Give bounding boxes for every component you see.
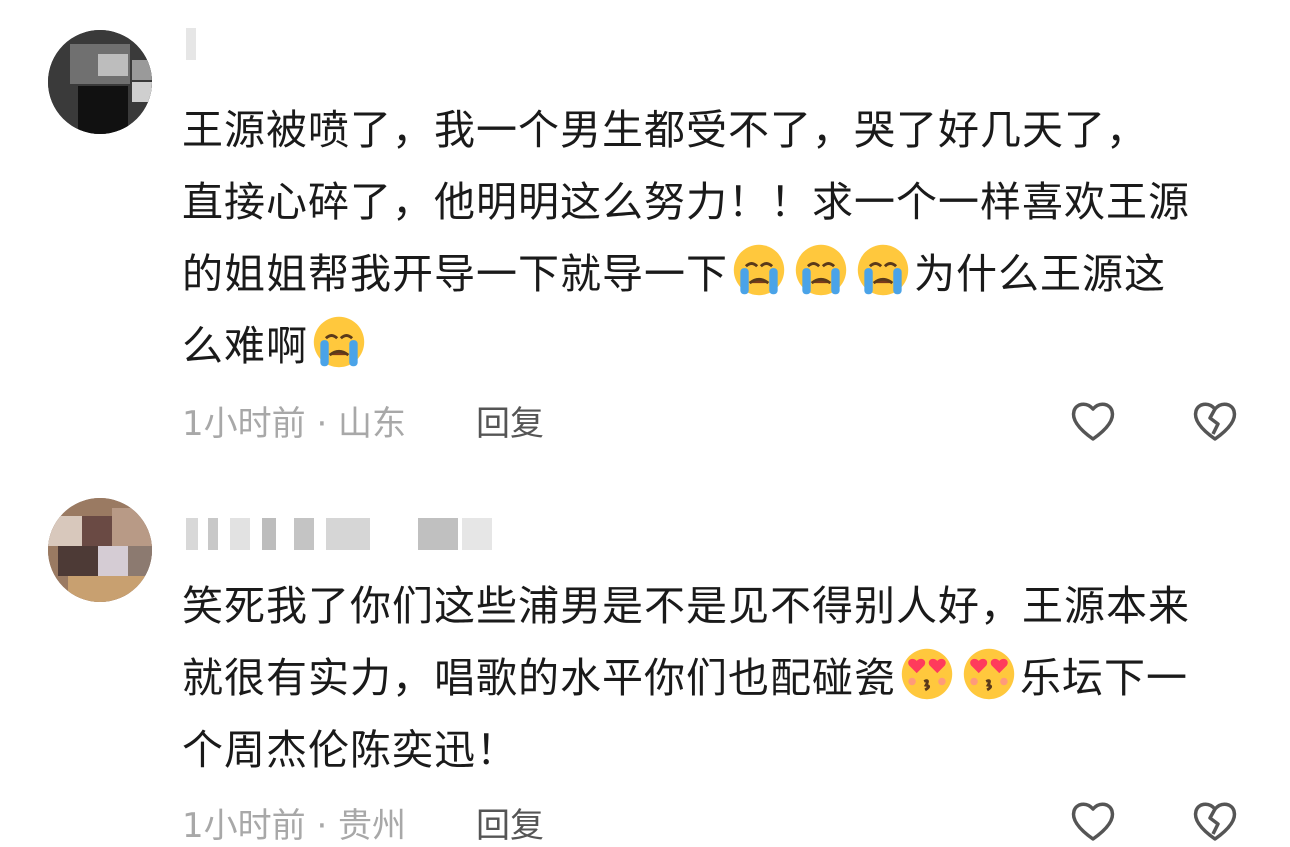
heart-eyes-face-icon [963,648,1015,700]
crying-face-icon [733,244,785,296]
heart-outline-icon[interactable] [1068,796,1118,846]
broken-heart-icon[interactable] [1190,796,1240,846]
heart-eyes-face-icon [901,648,953,700]
reply-button[interactable]: 回复 [476,798,544,847]
comment-text: 王源被喷了，我一个男生都受不了，哭了好几天了， 直接心碎了，他明明这么努力！！求一… [182,106,1190,370]
avatar[interactable] [48,30,152,134]
comment-item: 笑死我了你们这些浦男是不是见不得别人好，王源本来 就很有实力，唱歌的水平你们也配碰… [0,490,1290,846]
comment-meta: 1小时前 · 山东 [182,404,407,444]
comment-meta: 1小时前 · 贵州 [182,806,407,846]
avatar[interactable] [48,498,152,602]
reply-button[interactable]: 回复 [476,396,544,445]
crying-face-icon [313,316,365,368]
heart-outline-icon[interactable] [1068,396,1118,446]
comment-text: 笑死我了你们这些浦男是不是见不得别人好，王源本来 就很有实力，唱歌的水平你们也配碰… [182,582,1190,774]
crying-face-icon [795,244,847,296]
crying-face-icon [857,244,909,296]
broken-heart-icon[interactable] [1190,396,1240,446]
comment-item: 王源被喷了，我一个男生都受不了，哭了好几天了， 直接心碎了，他明明这么努力！！求一… [0,0,1290,460]
